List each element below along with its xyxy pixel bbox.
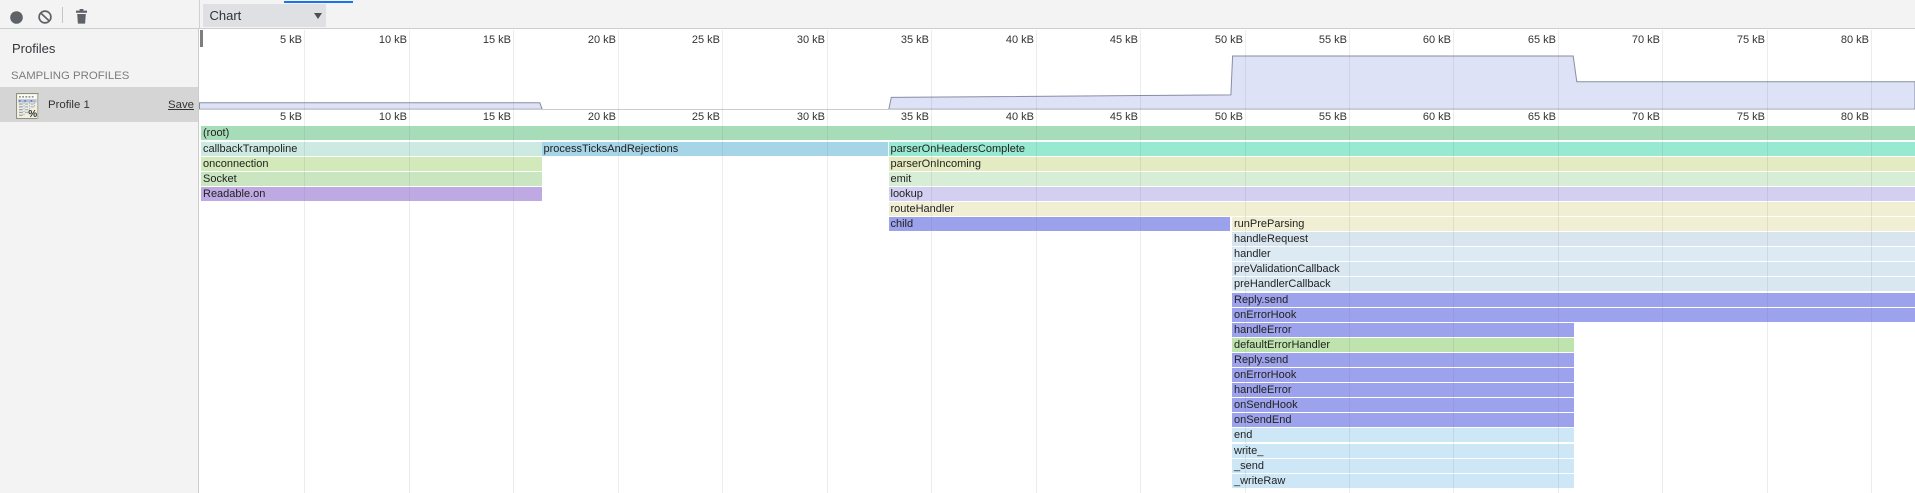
svg-text:%: % <box>28 109 37 119</box>
